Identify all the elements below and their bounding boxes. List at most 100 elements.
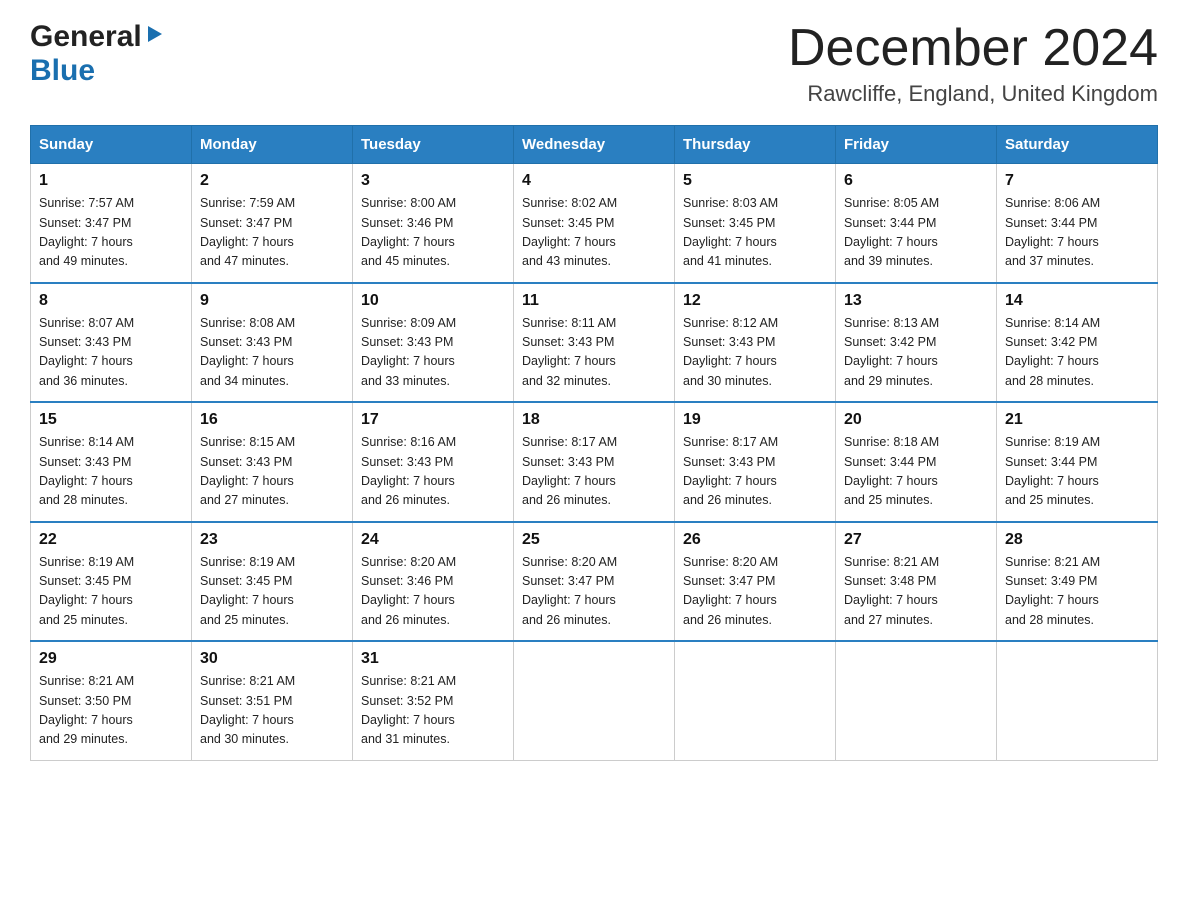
- day-info: Sunrise: 8:03 AM Sunset: 3:45 PM Dayligh…: [683, 194, 827, 272]
- day-info: Sunrise: 8:15 AM Sunset: 3:43 PM Dayligh…: [200, 433, 344, 511]
- day-number: 22: [39, 531, 183, 549]
- col-thursday: Thursday: [675, 126, 836, 164]
- day-info: Sunrise: 7:57 AM Sunset: 3:47 PM Dayligh…: [39, 194, 183, 272]
- calendar-week-row: 8 Sunrise: 8:07 AM Sunset: 3:43 PM Dayli…: [31, 283, 1158, 403]
- day-number: 23: [200, 531, 344, 549]
- day-number: 30: [200, 650, 344, 668]
- col-sunday: Sunday: [31, 126, 192, 164]
- table-row: 20 Sunrise: 8:18 AM Sunset: 3:44 PM Dayl…: [836, 402, 997, 522]
- table-row: 14 Sunrise: 8:14 AM Sunset: 3:42 PM Dayl…: [997, 283, 1158, 403]
- day-info: Sunrise: 8:07 AM Sunset: 3:43 PM Dayligh…: [39, 314, 183, 392]
- day-number: 21: [1005, 411, 1149, 429]
- day-number: 2: [200, 172, 344, 190]
- table-row: 8 Sunrise: 8:07 AM Sunset: 3:43 PM Dayli…: [31, 283, 192, 403]
- day-number: 6: [844, 172, 988, 190]
- table-row: 18 Sunrise: 8:17 AM Sunset: 3:43 PM Dayl…: [514, 402, 675, 522]
- location-title: Rawcliffe, England, United Kingdom: [788, 81, 1158, 107]
- month-title: December 2024: [788, 20, 1158, 77]
- table-row: 25 Sunrise: 8:20 AM Sunset: 3:47 PM Dayl…: [514, 522, 675, 642]
- day-info: Sunrise: 8:20 AM Sunset: 3:47 PM Dayligh…: [522, 553, 666, 631]
- table-row: 6 Sunrise: 8:05 AM Sunset: 3:44 PM Dayli…: [836, 164, 997, 283]
- table-row: 22 Sunrise: 8:19 AM Sunset: 3:45 PM Dayl…: [31, 522, 192, 642]
- day-info: Sunrise: 8:18 AM Sunset: 3:44 PM Dayligh…: [844, 433, 988, 511]
- day-info: Sunrise: 8:21 AM Sunset: 3:51 PM Dayligh…: [200, 672, 344, 750]
- calendar-week-row: 15 Sunrise: 8:14 AM Sunset: 3:43 PM Dayl…: [31, 402, 1158, 522]
- day-number: 26: [683, 531, 827, 549]
- day-number: 3: [361, 172, 505, 190]
- day-number: 28: [1005, 531, 1149, 549]
- calendar-table: Sunday Monday Tuesday Wednesday Thursday…: [30, 125, 1158, 761]
- table-row: 19 Sunrise: 8:17 AM Sunset: 3:43 PM Dayl…: [675, 402, 836, 522]
- calendar-week-row: 1 Sunrise: 7:57 AM Sunset: 3:47 PM Dayli…: [31, 164, 1158, 283]
- logo-blue-text: Blue: [30, 54, 95, 87]
- day-info: Sunrise: 8:20 AM Sunset: 3:46 PM Dayligh…: [361, 553, 505, 631]
- day-number: 9: [200, 292, 344, 310]
- table-row: 12 Sunrise: 8:12 AM Sunset: 3:43 PM Dayl…: [675, 283, 836, 403]
- table-row: 26 Sunrise: 8:20 AM Sunset: 3:47 PM Dayl…: [675, 522, 836, 642]
- day-info: Sunrise: 8:19 AM Sunset: 3:45 PM Dayligh…: [39, 553, 183, 631]
- col-tuesday: Tuesday: [353, 126, 514, 164]
- day-info: Sunrise: 8:17 AM Sunset: 3:43 PM Dayligh…: [522, 433, 666, 511]
- day-number: 12: [683, 292, 827, 310]
- day-info: Sunrise: 8:08 AM Sunset: 3:43 PM Dayligh…: [200, 314, 344, 392]
- day-number: 7: [1005, 172, 1149, 190]
- logo-general-text: General: [30, 20, 142, 54]
- table-row: 9 Sunrise: 8:08 AM Sunset: 3:43 PM Dayli…: [192, 283, 353, 403]
- table-row: 31 Sunrise: 8:21 AM Sunset: 3:52 PM Dayl…: [353, 641, 514, 760]
- day-number: 19: [683, 411, 827, 429]
- day-number: 11: [522, 292, 666, 310]
- table-row: 16 Sunrise: 8:15 AM Sunset: 3:43 PM Dayl…: [192, 402, 353, 522]
- table-row: 5 Sunrise: 8:03 AM Sunset: 3:45 PM Dayli…: [675, 164, 836, 283]
- day-number: 1: [39, 172, 183, 190]
- day-info: Sunrise: 8:21 AM Sunset: 3:49 PM Dayligh…: [1005, 553, 1149, 631]
- day-number: 15: [39, 411, 183, 429]
- day-number: 5: [683, 172, 827, 190]
- table-row: [675, 641, 836, 760]
- table-row: 17 Sunrise: 8:16 AM Sunset: 3:43 PM Dayl…: [353, 402, 514, 522]
- day-number: 25: [522, 531, 666, 549]
- calendar-week-row: 22 Sunrise: 8:19 AM Sunset: 3:45 PM Dayl…: [31, 522, 1158, 642]
- table-row: 7 Sunrise: 8:06 AM Sunset: 3:44 PM Dayli…: [997, 164, 1158, 283]
- table-row: [997, 641, 1158, 760]
- day-info: Sunrise: 8:09 AM Sunset: 3:43 PM Dayligh…: [361, 314, 505, 392]
- table-row: 21 Sunrise: 8:19 AM Sunset: 3:44 PM Dayl…: [997, 402, 1158, 522]
- table-row: 4 Sunrise: 8:02 AM Sunset: 3:45 PM Dayli…: [514, 164, 675, 283]
- day-info: Sunrise: 8:16 AM Sunset: 3:43 PM Dayligh…: [361, 433, 505, 511]
- table-row: [514, 641, 675, 760]
- logo: General Blue: [30, 20, 164, 88]
- day-info: Sunrise: 8:11 AM Sunset: 3:43 PM Dayligh…: [522, 314, 666, 392]
- table-row: 27 Sunrise: 8:21 AM Sunset: 3:48 PM Dayl…: [836, 522, 997, 642]
- day-info: Sunrise: 8:02 AM Sunset: 3:45 PM Dayligh…: [522, 194, 666, 272]
- day-number: 10: [361, 292, 505, 310]
- table-row: 30 Sunrise: 8:21 AM Sunset: 3:51 PM Dayl…: [192, 641, 353, 760]
- day-info: Sunrise: 8:14 AM Sunset: 3:43 PM Dayligh…: [39, 433, 183, 511]
- day-number: 29: [39, 650, 183, 668]
- day-info: Sunrise: 8:13 AM Sunset: 3:42 PM Dayligh…: [844, 314, 988, 392]
- table-row: 29 Sunrise: 8:21 AM Sunset: 3:50 PM Dayl…: [31, 641, 192, 760]
- day-number: 16: [200, 411, 344, 429]
- day-number: 18: [522, 411, 666, 429]
- day-info: Sunrise: 8:19 AM Sunset: 3:44 PM Dayligh…: [1005, 433, 1149, 511]
- day-info: Sunrise: 8:06 AM Sunset: 3:44 PM Dayligh…: [1005, 194, 1149, 272]
- day-number: 24: [361, 531, 505, 549]
- day-info: Sunrise: 8:21 AM Sunset: 3:52 PM Dayligh…: [361, 672, 505, 750]
- table-row: 15 Sunrise: 8:14 AM Sunset: 3:43 PM Dayl…: [31, 402, 192, 522]
- table-row: 13 Sunrise: 8:13 AM Sunset: 3:42 PM Dayl…: [836, 283, 997, 403]
- day-number: 13: [844, 292, 988, 310]
- day-number: 4: [522, 172, 666, 190]
- calendar-header-row: Sunday Monday Tuesday Wednesday Thursday…: [31, 126, 1158, 164]
- day-number: 8: [39, 292, 183, 310]
- day-number: 31: [361, 650, 505, 668]
- title-block: December 2024 Rawcliffe, England, United…: [788, 20, 1158, 107]
- day-info: Sunrise: 8:00 AM Sunset: 3:46 PM Dayligh…: [361, 194, 505, 272]
- day-number: 17: [361, 411, 505, 429]
- calendar-week-row: 29 Sunrise: 8:21 AM Sunset: 3:50 PM Dayl…: [31, 641, 1158, 760]
- col-friday: Friday: [836, 126, 997, 164]
- day-info: Sunrise: 8:20 AM Sunset: 3:47 PM Dayligh…: [683, 553, 827, 631]
- day-info: Sunrise: 8:19 AM Sunset: 3:45 PM Dayligh…: [200, 553, 344, 631]
- table-row: 2 Sunrise: 7:59 AM Sunset: 3:47 PM Dayli…: [192, 164, 353, 283]
- day-info: Sunrise: 8:12 AM Sunset: 3:43 PM Dayligh…: [683, 314, 827, 392]
- day-number: 20: [844, 411, 988, 429]
- table-row: 10 Sunrise: 8:09 AM Sunset: 3:43 PM Dayl…: [353, 283, 514, 403]
- day-info: Sunrise: 8:21 AM Sunset: 3:48 PM Dayligh…: [844, 553, 988, 631]
